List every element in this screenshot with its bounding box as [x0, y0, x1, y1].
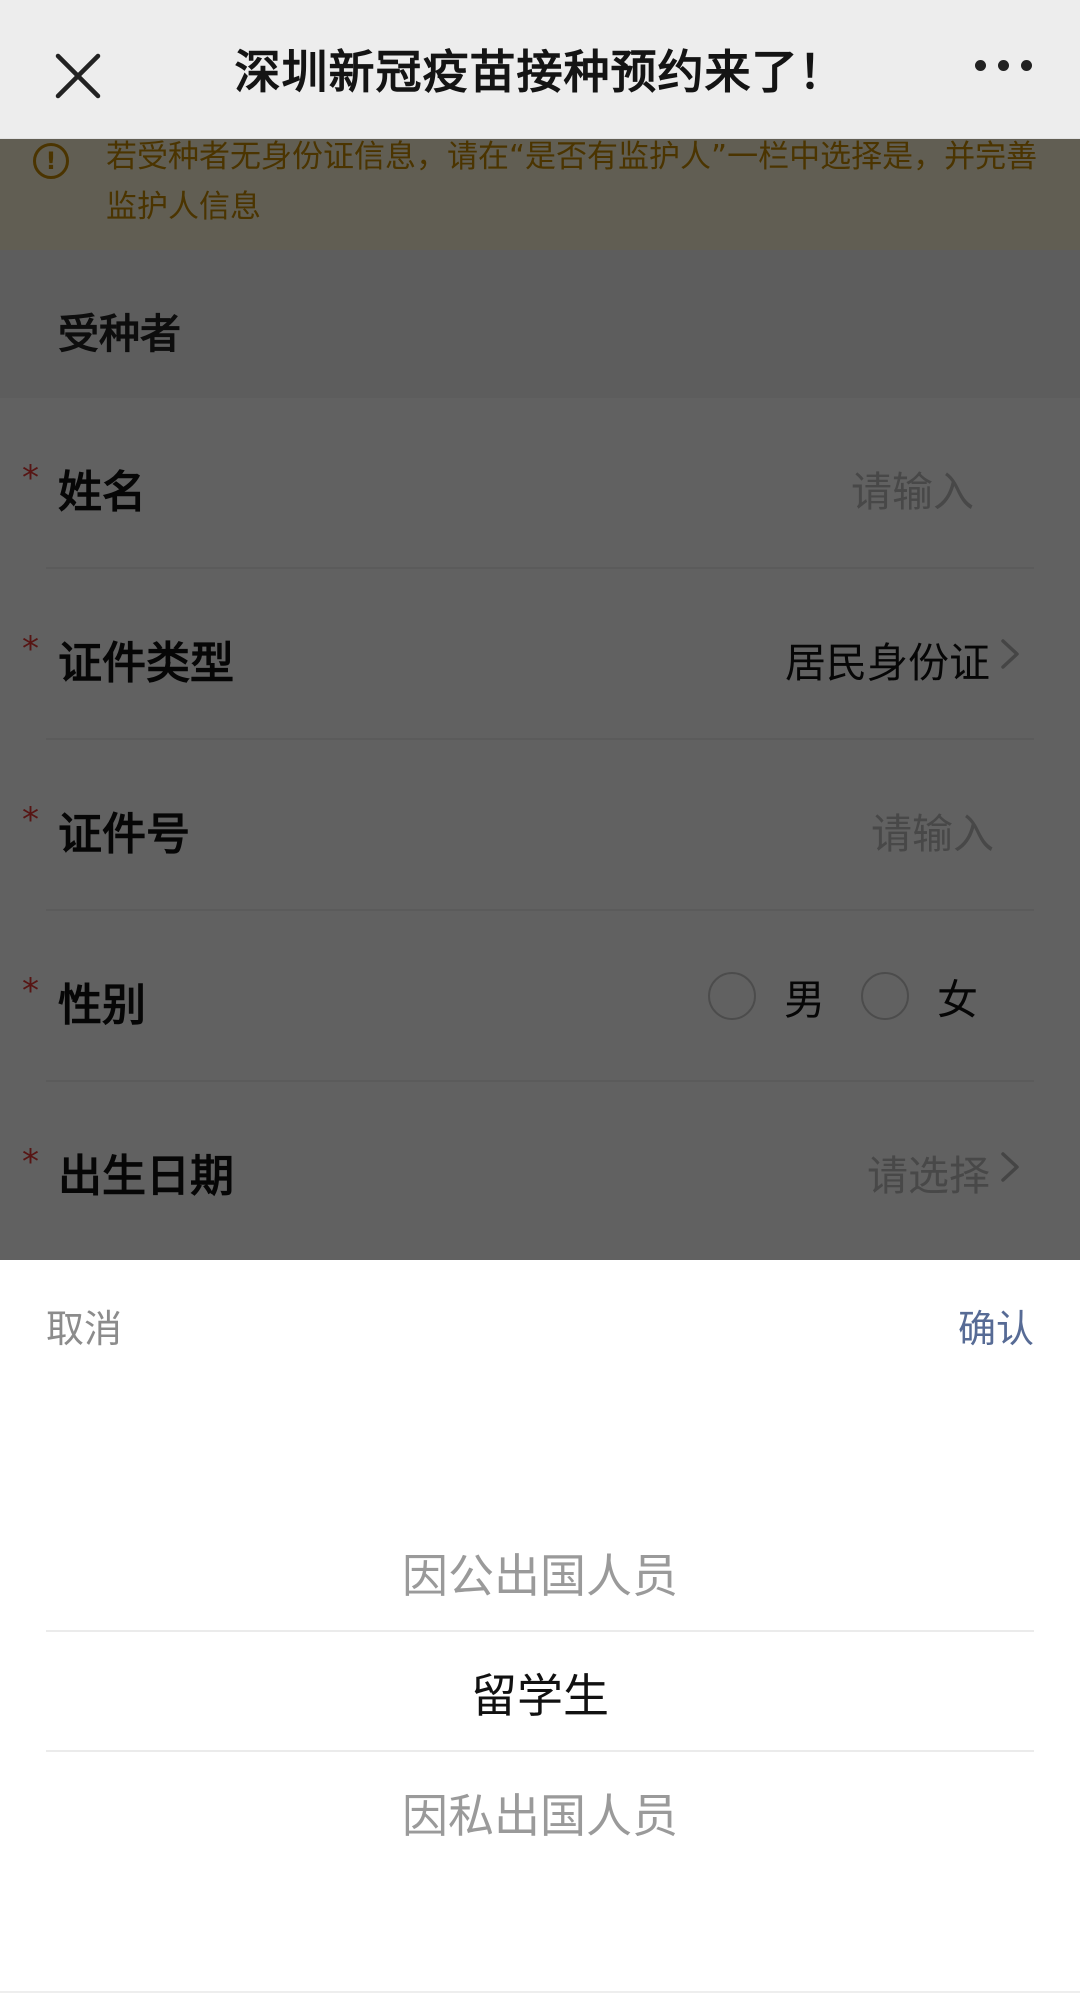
name-label: 姓名: [58, 467, 146, 518]
gender-radio-group: 男 女: [708, 966, 978, 1026]
more-icon[interactable]: [975, 60, 1032, 71]
required-mark: *: [22, 971, 39, 1011]
id-number-input[interactable]: 请输入: [871, 800, 994, 860]
radio-female[interactable]: [861, 972, 909, 1020]
id-type-label: 证件类型: [58, 638, 234, 689]
nav-bar: 深圳新冠疫苗接种预约来了！: [0, 0, 1080, 139]
birthdate-row[interactable]: * 出生日期 请选择: [0, 1082, 1080, 1253]
page-title: 深圳新冠疫苗接种预约来了！: [234, 45, 846, 99]
picker-option-selected[interactable]: 留学生: [0, 1660, 1080, 1726]
id-number-row[interactable]: * 证件号 请输入: [0, 740, 1080, 911]
radio-male[interactable]: [708, 972, 756, 1020]
info-icon: !: [33, 143, 69, 179]
required-mark: *: [22, 458, 39, 498]
cancel-button[interactable]: 取消: [46, 1298, 122, 1353]
birthdate-label: 出生日期: [58, 1151, 234, 1202]
birthdate-input[interactable]: 请选择: [867, 1142, 990, 1202]
id-type-value[interactable]: 居民身份证: [785, 629, 990, 689]
gender-label: 性别: [58, 980, 146, 1031]
confirm-button[interactable]: 确认: [958, 1298, 1034, 1353]
gender-row: * 性别 男 女: [0, 911, 1080, 1082]
name-row[interactable]: * 姓名 请输入: [0, 398, 1080, 569]
notice-banner: ! 若受种者无身份证信息，请在“是否有监护人”一栏中选择是，并完善监护人信息: [0, 138, 1080, 250]
section-header: 受种者: [0, 250, 1080, 398]
name-input[interactable]: 请输入: [851, 458, 974, 518]
chevron-right-icon: [1001, 1152, 1019, 1182]
divider: [0, 1991, 1080, 1993]
id-type-row[interactable]: * 证件类型 居民身份证: [0, 569, 1080, 740]
picker-option[interactable]: 因私出国人员: [0, 1780, 1080, 1846]
id-number-label: 证件号: [58, 809, 190, 860]
picker-sheet: 取消 确认 因公出国人员 留学生 因私出国人员: [0, 1260, 1080, 2001]
required-mark: *: [22, 800, 39, 840]
required-mark: *: [22, 629, 39, 669]
picker-option[interactable]: 因公出国人员: [0, 1540, 1080, 1606]
required-mark: *: [22, 1142, 39, 1182]
section-title: 受种者: [58, 310, 181, 358]
notice-text: 若受种者无身份证信息，请在“是否有监护人”一栏中选择是，并完善监护人信息: [106, 139, 1038, 225]
picker-highlight-top: [46, 1630, 1034, 1632]
radio-female-label[interactable]: 女: [937, 966, 978, 1026]
chevron-right-icon: [1001, 639, 1019, 669]
radio-male-label[interactable]: 男: [784, 966, 825, 1026]
close-icon[interactable]: [48, 46, 108, 106]
picker-highlight-bottom: [46, 1750, 1034, 1752]
